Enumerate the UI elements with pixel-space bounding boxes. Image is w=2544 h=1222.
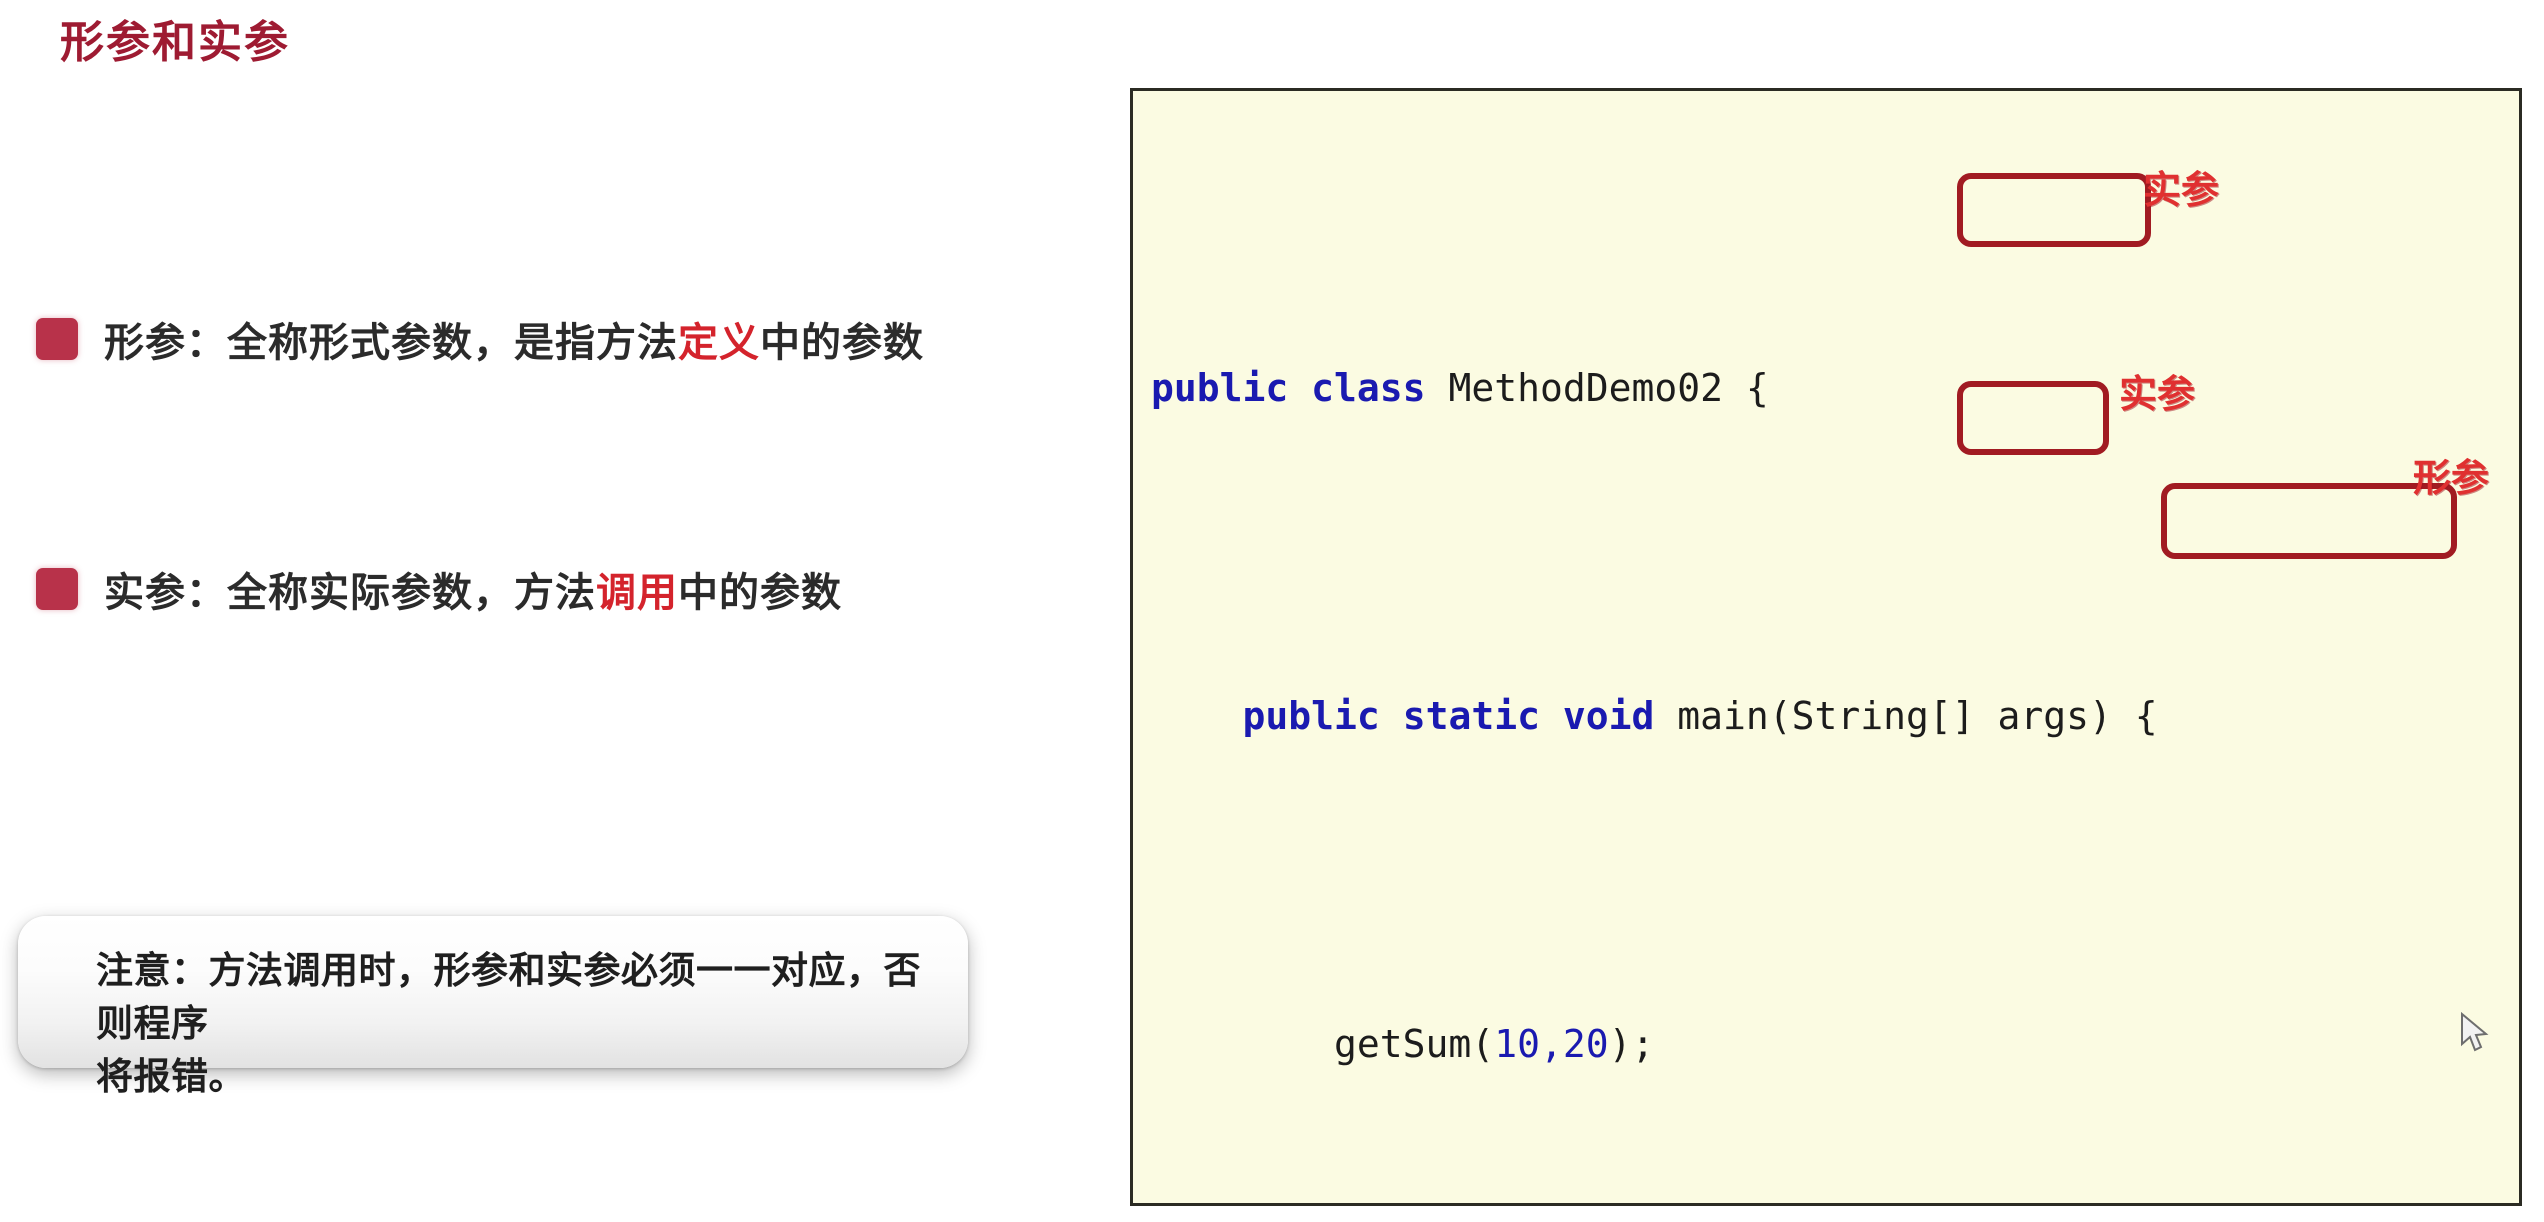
code-keyword: public	[1151, 366, 1289, 410]
note-line-2: 将报错。	[96, 1056, 246, 1097]
code-keyword: void	[1562, 694, 1655, 738]
mouse-pointer-icon	[2460, 1011, 2494, 1056]
bullet-text-highlight: 调用	[596, 571, 678, 615]
bullet-item-formal-parameter: 形参：全称形式参数，是指方法定义中的参数	[36, 310, 924, 368]
bullet-text-prefix: 实参：全称实际参数，方法	[104, 571, 596, 615]
code-block: public class MethodDemo02 { public stati…	[1151, 101, 2519, 1203]
code-line: public static void main(String[] args) {	[1151, 675, 2519, 757]
code-panel: public class MethodDemo02 { public stati…	[1130, 88, 2522, 1206]
code-line: public class MethodDemo02 {	[1151, 347, 2519, 429]
bullet-marker-icon	[36, 318, 78, 360]
bullet-text-suffix: 中的参数	[760, 321, 924, 365]
note-line-1: 注意：方法调用时，形参和实参必须一一对应，否则程序	[96, 950, 921, 1044]
code-keyword: static	[1402, 694, 1540, 738]
code-keyword: class	[1311, 366, 1426, 410]
annotation-label-actual-arg-variables: 实参	[2119, 374, 2196, 416]
bullet-text: 实参：全称实际参数，方法调用中的参数	[104, 560, 842, 618]
bullet-text-suffix: 中的参数	[678, 571, 842, 615]
page-title: 形参和实参	[60, 18, 290, 67]
annotation-label-actual-arg-literals: 实参	[2143, 170, 2220, 212]
code-number: 10,20	[1494, 1022, 1609, 1066]
code-text: main(String[] args) {	[1654, 694, 2158, 738]
note-callout: 注意：方法调用时，形参和实参必须一一对应，否则程序 将报错。	[18, 916, 968, 1097]
bullet-text-highlight: 定义	[678, 321, 760, 365]
bullet-text-prefix: 形参：全称形式参数，是指方法	[104, 321, 678, 365]
code-text: );	[1608, 1022, 1655, 1066]
bullet-item-actual-parameter: 实参：全称实际参数，方法调用中的参数	[36, 560, 842, 618]
bullet-marker-icon	[36, 568, 78, 610]
bullet-text: 形参：全称形式参数，是指方法定义中的参数	[104, 310, 924, 368]
code-text: getSum(	[1334, 1022, 1495, 1066]
code-text: MethodDemo02 {	[1425, 366, 1769, 410]
code-keyword: public	[1242, 694, 1380, 738]
code-line: getSum(10,20);	[1151, 1003, 2519, 1085]
annotation-label-formal-params: 形参	[2413, 458, 2490, 500]
